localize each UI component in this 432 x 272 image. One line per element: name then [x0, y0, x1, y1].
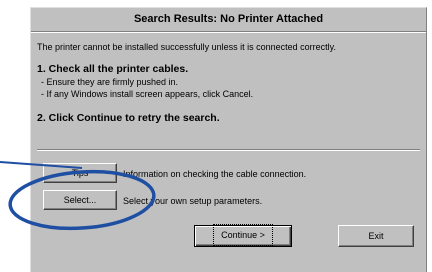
continue-button[interactable]: Continue > — [194, 224, 292, 247]
step1-heading: 1. Check all the printer cables. — [37, 63, 189, 75]
step1-bullet-2: - If any Windows install screen appears,… — [41, 89, 254, 99]
tips-button-label: Tips — [71, 168, 89, 178]
continue-button-label: Continue > — [213, 224, 273, 246]
select-button[interactable]: Select... — [43, 190, 117, 210]
step1-bullet-1: - Ensure they are firmly pushed in. — [41, 77, 179, 87]
dialog-title: Search Results: No Printer Attached — [133, 13, 324, 25]
section-divider — [37, 149, 420, 151]
printer-search-dialog: Search Results: No Printer Attached The … — [30, 7, 427, 272]
exit-button-label: Exit — [368, 231, 384, 241]
step2-heading: 2. Click Continue to retry the search. — [37, 112, 220, 124]
tips-description: Information on checking the cable connec… — [123, 169, 307, 179]
title-divider — [31, 31, 426, 33]
tips-button[interactable]: Tips — [43, 163, 117, 183]
exit-button[interactable]: Exit — [338, 225, 414, 247]
select-description: Select your own setup parameters. — [123, 196, 263, 206]
intro-text: The printer cannot be installed successf… — [37, 42, 336, 52]
select-button-label: Select... — [63, 195, 97, 205]
